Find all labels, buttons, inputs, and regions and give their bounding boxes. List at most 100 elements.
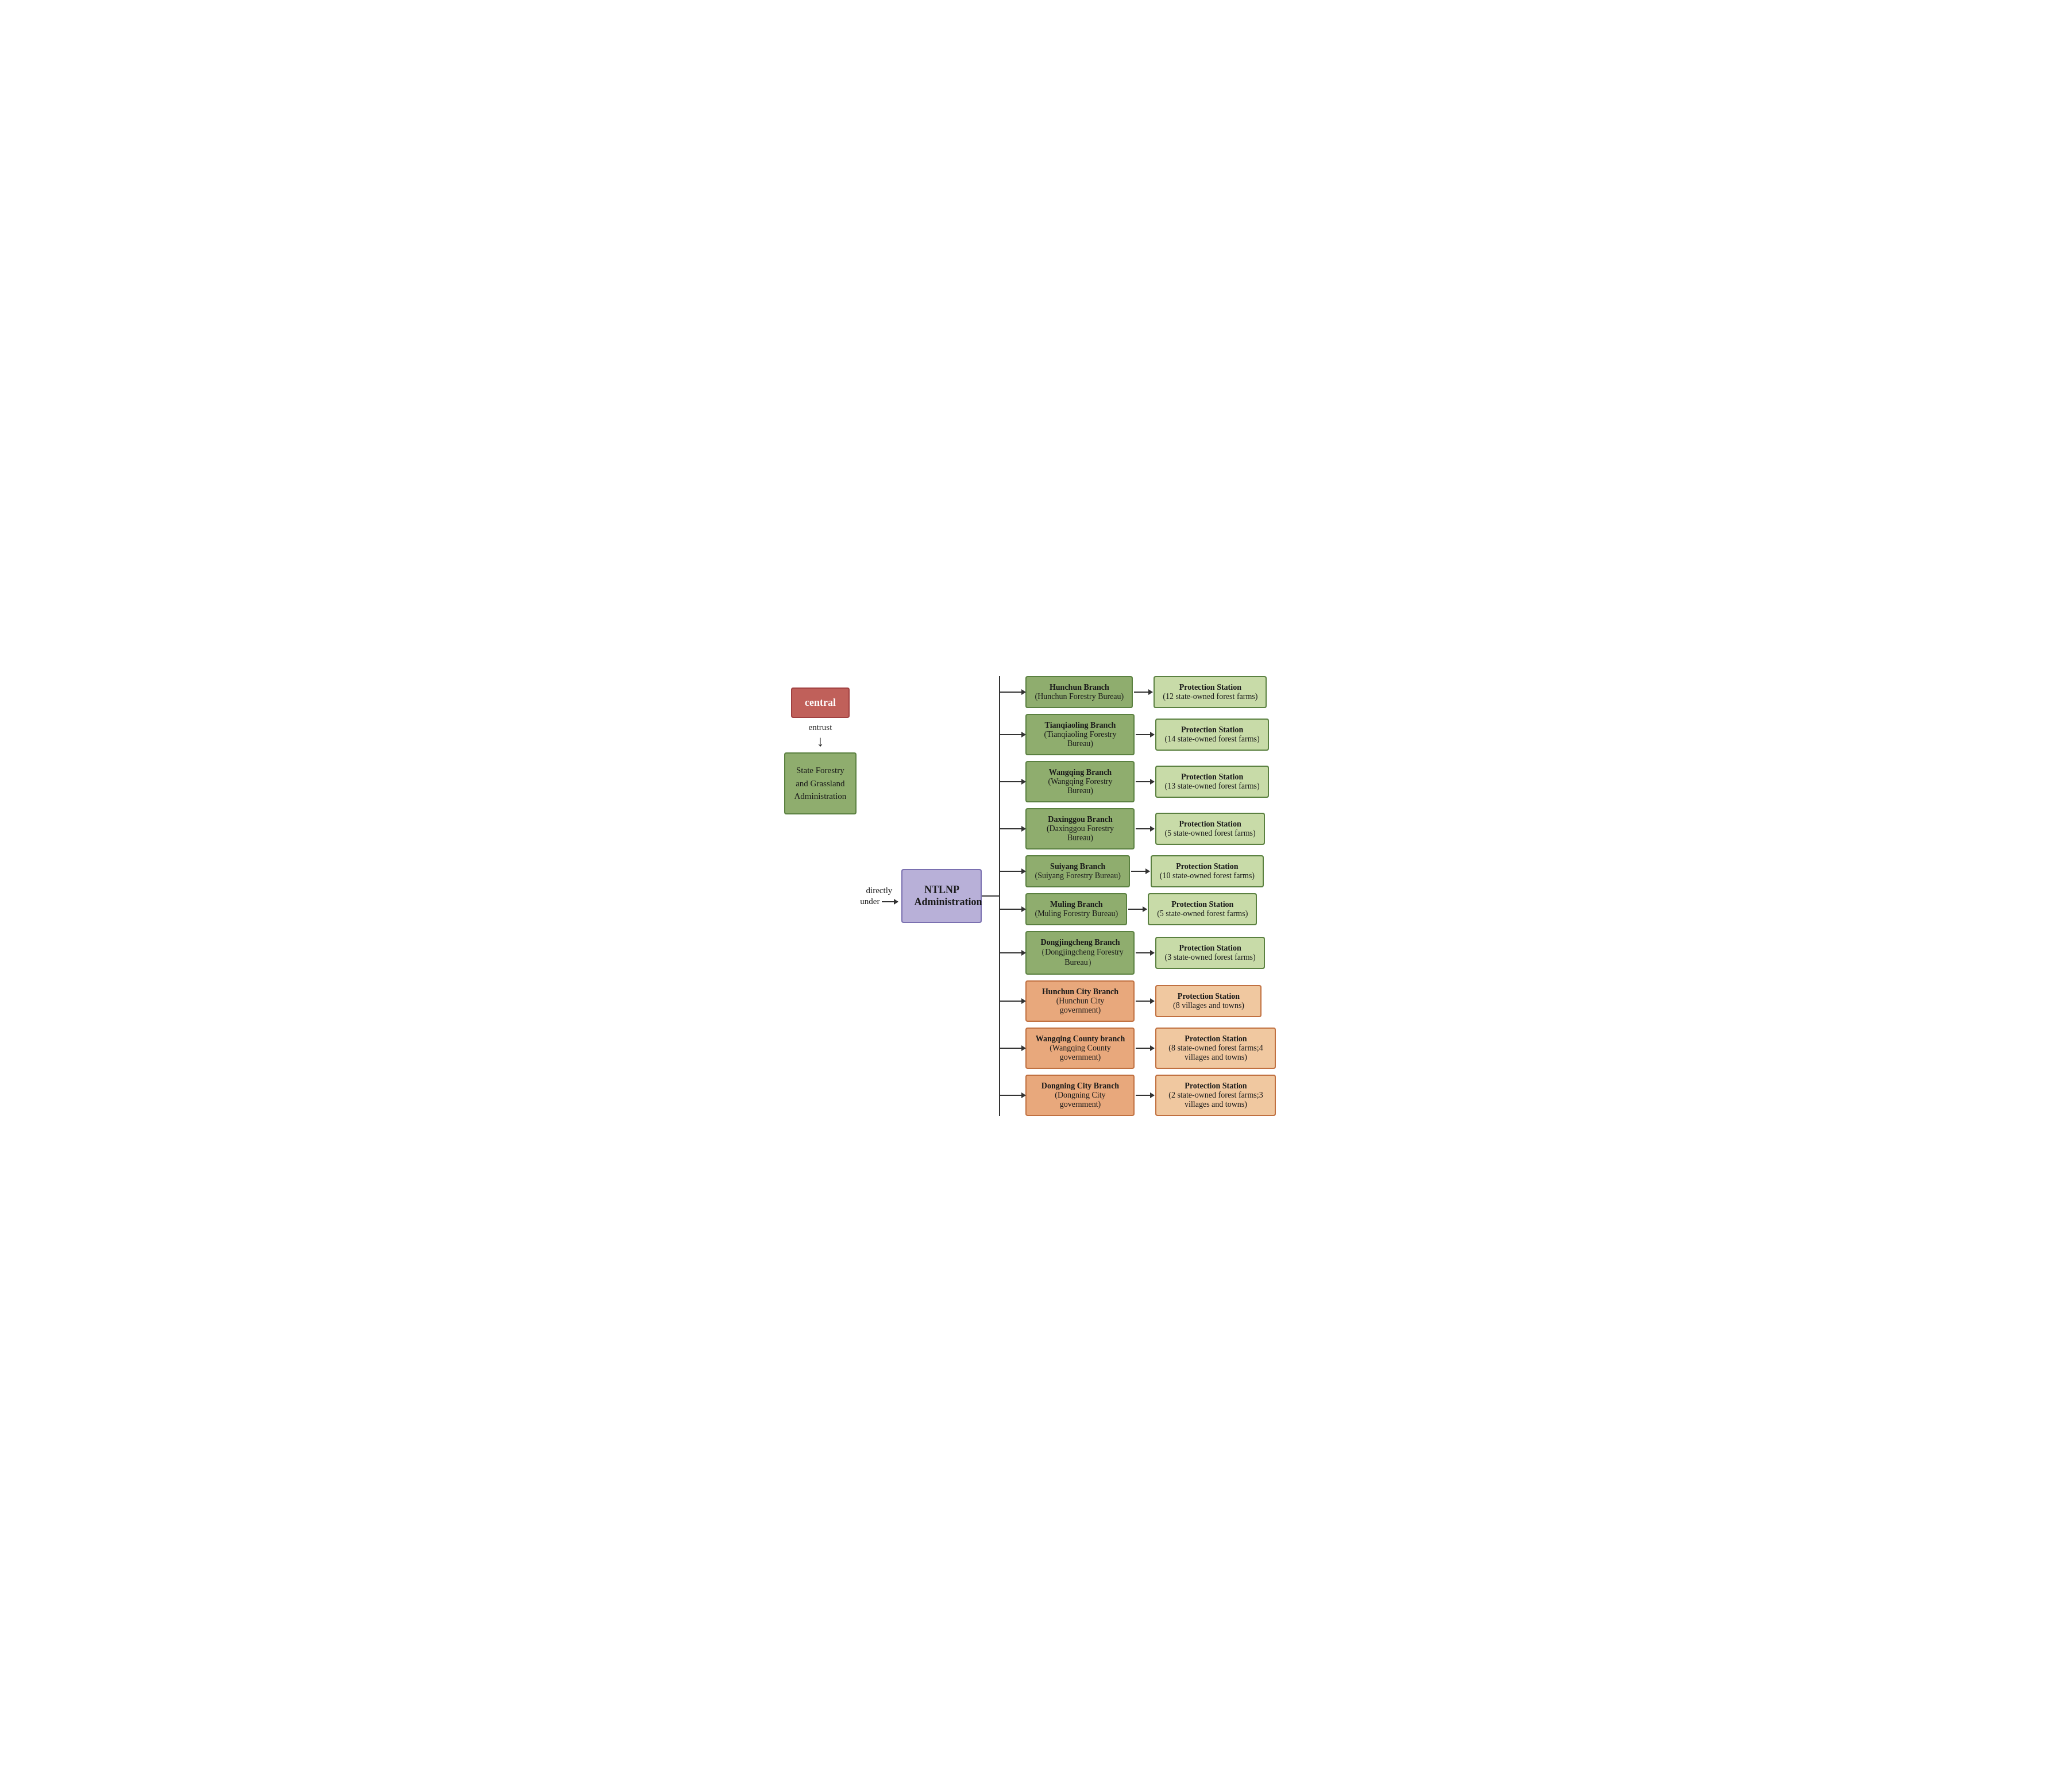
directly-under-line [882,901,898,902]
protection-box-7: Protection Station (8 villages and towns… [1155,985,1262,1017]
state-forestry-box: State Forestryand GrasslandAdministratio… [784,752,857,814]
arrow-to-prot-8 [1136,1048,1154,1049]
h-tick-9 [1000,1095,1025,1096]
branch-sub-9: (Dongning City government) [1055,1091,1105,1109]
protection-title-5: Protection Station [1171,900,1233,909]
branch-name-4: Suiyang Branch [1050,862,1105,871]
ntlnp-box: NTLNPAdministration [901,869,982,923]
branch-name-8: Wangqing County branch [1036,1034,1125,1043]
branch-sub-8: (Wangqing County government) [1050,1044,1111,1061]
protection-sub-5: (5 state-owned forest farms) [1157,909,1248,918]
directly-under-connector: directly under [860,886,898,906]
protection-box-8: Protection Station (8 state-owned forest… [1155,1028,1276,1069]
branch-box-0: Hunchun Branch (Hunchun Forestry Bureau) [1025,676,1133,708]
branch-sub-7: (Hunchun City government) [1056,997,1105,1014]
directly-under-text2: under [860,897,879,906]
protection-box-3: Protection Station (5 state-owned forest… [1155,813,1264,845]
protection-sub-4: (10 state-owned forest farms) [1160,871,1255,880]
protection-box-4: Protection Station (10 state-owned fores… [1151,855,1264,887]
h-tick-3 [1000,828,1025,829]
branch-sub-4: (Suiyang Forestry Bureau) [1035,871,1120,880]
branch-box-4: Suiyang Branch (Suiyang Forestry Bureau) [1025,855,1129,887]
branches-container: Hunchun Branch (Hunchun Forestry Bureau)… [1000,676,1276,1116]
branch-name-9: Dongning City Branch [1041,1082,1119,1090]
h-tick-8 [1000,1048,1025,1049]
branch-name-3: Daxinggou Branch [1048,815,1112,824]
protection-box-0: Protection Station (12 state-owned fores… [1154,676,1267,708]
branch-row-3: Daxinggou Branch (Daxinggou Forestry Bur… [1000,808,1276,849]
branch-row-1: Tianqiaoling Branch (Tianqiaoling Forest… [1000,714,1276,755]
org-chart-container: central entrust ↓ State Forestryand Gras… [784,676,1276,1116]
arrow-to-prot-7 [1136,1001,1154,1002]
branch-row-0: Hunchun Branch (Hunchun Forestry Bureau)… [1000,676,1276,708]
branch-row-6: Dongjingcheng Branch （Dongjingcheng Fore… [1000,931,1276,975]
state-forestry-text: State Forestryand GrasslandAdministratio… [794,766,847,801]
protection-title-1: Protection Station [1181,725,1243,734]
h-tick-4 [1000,871,1025,872]
entrust-text: entrust [809,723,832,732]
arrow-to-prot-2 [1136,781,1154,782]
protection-title-9: Protection Station [1185,1082,1247,1090]
branch-name-0: Hunchun Branch [1050,683,1109,692]
branch-name-6: Dongjingcheng Branch [1040,938,1120,947]
protection-box-9: Protection Station (2 state-owned forest… [1155,1075,1276,1116]
branch-sub-2: (Wangqing Forestry Bureau) [1048,777,1112,795]
branch-box-6: Dongjingcheng Branch （Dongjingcheng Fore… [1025,931,1135,975]
protection-sub-0: (12 state-owned forest farms) [1163,692,1257,701]
protection-title-4: Protection Station [1176,862,1238,871]
branch-row-5: Muling Branch (Muling Forestry Bureau) P… [1000,893,1276,925]
directly-under-arrowhead [894,899,898,905]
protection-title-0: Protection Station [1179,683,1241,692]
protection-sub-7: (8 villages and towns) [1173,1001,1244,1010]
central-box: central [791,688,850,718]
h-tick-5 [1000,909,1025,910]
branch-name-1: Tianqiaoling Branch [1045,721,1116,729]
protection-sub-6: (3 state-owned forest farms) [1164,953,1255,961]
branch-box-8: Wangqing County branch (Wangqing County … [1025,1028,1135,1069]
branch-box-3: Daxinggou Branch (Daxinggou Forestry Bur… [1025,808,1135,849]
ntlnp-label: NTLNPAdministration [914,884,982,907]
left-column: central entrust ↓ State Forestryand Gras… [784,676,857,814]
branch-sub-3: (Daxinggou Forestry Bureau) [1047,824,1114,842]
arrow-to-prot-0 [1134,692,1152,693]
arrow-to-prot-1 [1136,734,1154,735]
arrow-to-prot-4 [1131,871,1149,872]
branch-box-7: Hunchun City Branch (Hunchun City govern… [1025,980,1135,1022]
protection-title-8: Protection Station [1185,1034,1247,1043]
branch-sub-6: （Dongjingcheng Forestry Bureau） [1037,948,1123,967]
branch-box-5: Muling Branch (Muling Forestry Bureau) [1025,893,1127,925]
protection-title-3: Protection Station [1179,820,1241,828]
h-tick-7 [1000,1001,1025,1002]
protection-title-7: Protection Station [1178,992,1240,1001]
protection-box-1: Protection Station (14 state-owned fores… [1155,719,1268,751]
h-tick-1 [1000,734,1025,735]
branch-sub-5: (Muling Forestry Bureau) [1035,909,1118,918]
protection-sub-1: (14 state-owned forest farms) [1164,735,1259,743]
protection-box-6: Protection Station (3 state-owned forest… [1155,937,1264,969]
central-label: central [805,697,836,708]
tree-with-branches: Hunchun Branch (Hunchun Forestry Bureau)… [999,676,1276,1116]
arrow-to-prot-3 [1136,828,1154,829]
branch-row-2: Wangqing Branch (Wangqing Forestry Burea… [1000,761,1276,802]
protection-sub-3: (5 state-owned forest farms) [1164,829,1255,837]
h-tick-0 [1000,692,1025,693]
branch-name-2: Wangqing Branch [1049,768,1112,777]
branch-box-2: Wangqing Branch (Wangqing Forestry Burea… [1025,761,1135,802]
branch-sub-1: (Tianqiaoling Forestry Bureau) [1044,730,1117,748]
arrow-to-prot-9 [1136,1095,1154,1096]
entrust-arrow: ↓ [816,732,824,750]
protection-title-2: Protection Station [1181,773,1243,781]
protection-sub-2: (13 state-owned forest farms) [1164,782,1259,790]
branch-row-9: Dongning City Branch (Dongning City gove… [1000,1075,1276,1116]
protection-sub-8: (8 state-owned forest farms;4 villages a… [1168,1044,1263,1061]
protection-box-2: Protection Station (13 state-owned fores… [1155,766,1268,798]
h-tick-2 [1000,781,1025,782]
branch-name-5: Muling Branch [1050,900,1102,909]
entrust-connector: entrust ↓ [809,720,832,750]
branch-row-4: Suiyang Branch (Suiyang Forestry Bureau)… [1000,855,1276,887]
arrow-to-prot-6 [1136,952,1154,953]
directly-under-text: directly [866,886,892,895]
branch-row-7: Hunchun City Branch (Hunchun City govern… [1000,980,1276,1022]
h-tick-6 [1000,952,1025,953]
protection-box-5: Protection Station (5 state-owned forest… [1148,893,1257,925]
